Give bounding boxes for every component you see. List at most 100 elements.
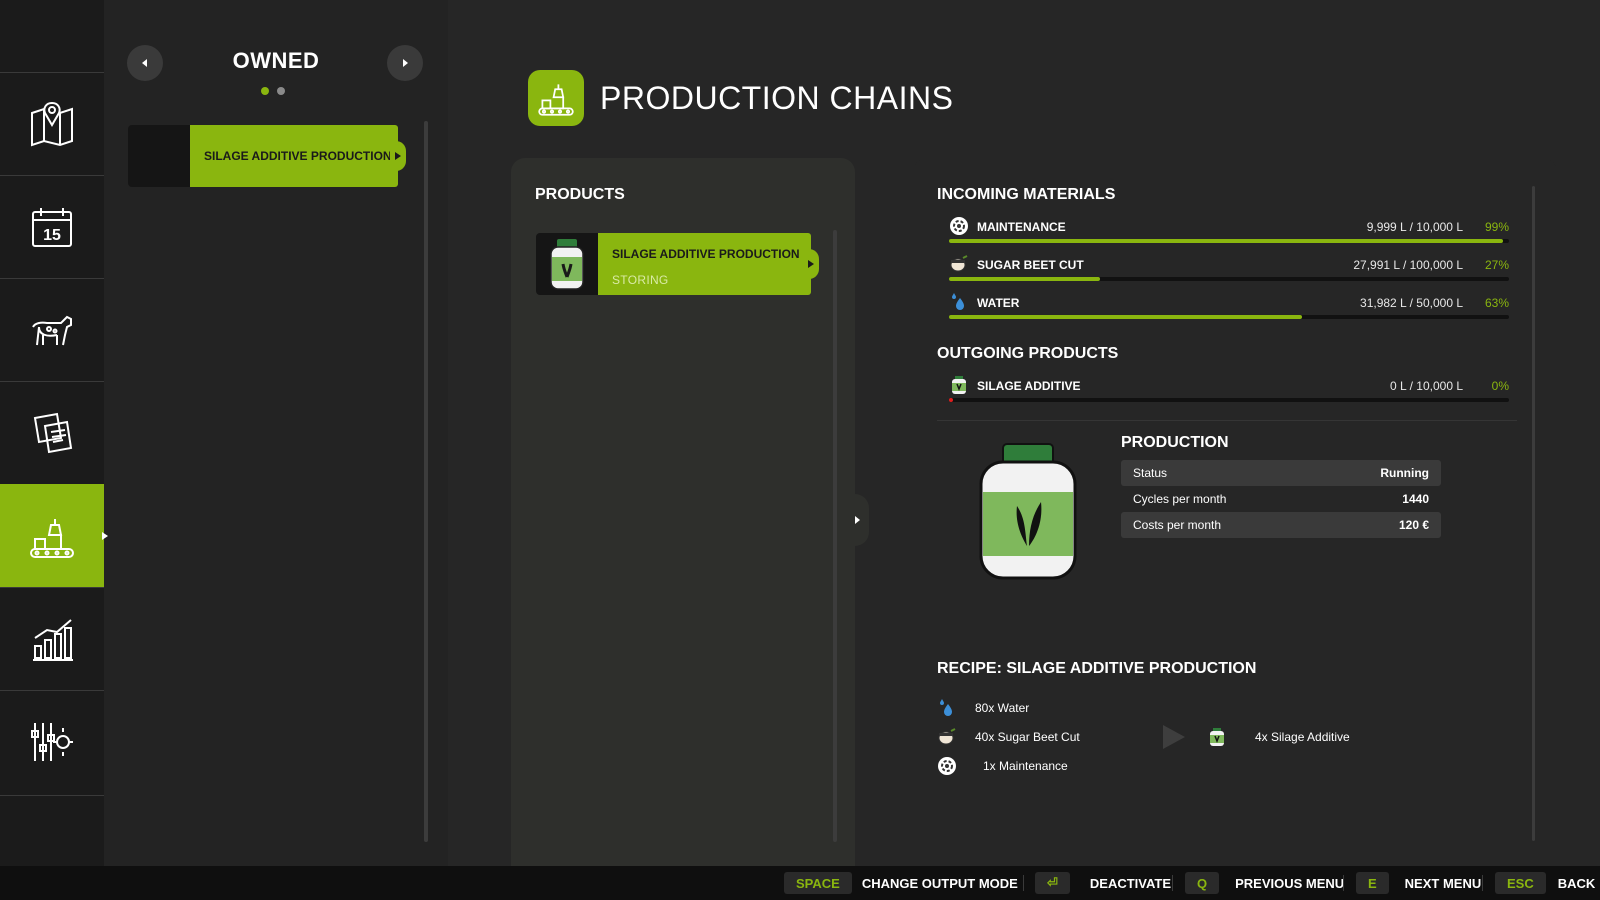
material-fill-bar [949, 239, 1509, 243]
hint-back[interactable]: ESC BACK [1495, 872, 1595, 894]
material-name: SUGAR BEET CUT [977, 258, 1084, 272]
recipe-input-water: 80x Water [937, 698, 1029, 718]
products-title: PRODUCTS [535, 186, 625, 203]
page-title: PRODUCTION CHAINS [600, 80, 954, 116]
nav-animals[interactable] [0, 278, 104, 381]
page-dot-1[interactable] [261, 87, 269, 95]
recipe-output-silage-additive: 4x Silage Additive [1207, 727, 1350, 747]
animals-icon [32, 315, 72, 346]
hint-label: CHANGE OUTPUT MODE [861, 875, 1018, 891]
selected-pointer-icon [803, 249, 819, 279]
incoming-item-water: WATER 31,982 L / 50,000 L 63% [949, 293, 1509, 322]
arrow-right-icon [855, 516, 860, 524]
material-percent: 99% [1484, 220, 1509, 234]
product-fill-bar [949, 398, 1509, 402]
product-thumbnail [536, 233, 598, 295]
key-q: Q [1185, 872, 1220, 894]
material-percent: 63% [1484, 296, 1509, 310]
key-enter-icon: ⏎ [1035, 872, 1070, 894]
incoming-materials-title: INCOMING MATERIALS [937, 186, 1116, 203]
material-amount: 31,982 L / 50,000 L [1360, 296, 1463, 310]
stat-label: Costs per month [1133, 518, 1222, 532]
nav-contracts[interactable] [0, 381, 104, 484]
header-production-icon [528, 70, 584, 126]
recipe-input-label: 40x Sugar Beet Cut [975, 730, 1080, 744]
hint-next-menu[interactable]: E NEXT MENU [1356, 872, 1481, 894]
owned-list-item[interactable]: SILAGE ADDITIVE PRODUCTION [128, 125, 406, 187]
production-icon [30, 519, 74, 558]
footer-hints-bar: SPACE CHANGE OUTPUT MODE ⏎ DEACTIVATE Q … [0, 866, 1600, 900]
material-name: WATER [977, 296, 1020, 310]
hint-label: DEACTIVATE [1089, 875, 1172, 891]
product-item-status: STORING [612, 273, 669, 287]
products-scrollbar[interactable] [833, 230, 837, 842]
arrow-right-icon [403, 59, 408, 67]
sugar-beet-cut-icon [938, 728, 956, 745]
hint-label: BACK [1557, 875, 1596, 891]
hint-change-output-mode[interactable]: SPACE CHANGE OUTPUT MODE [784, 872, 1018, 894]
stat-value: Running [1380, 466, 1429, 480]
nav-settings[interactable] [0, 690, 104, 793]
owned-item-label: SILAGE ADDITIVE PRODUCTION [190, 125, 398, 187]
details-scrollbar[interactable] [1532, 186, 1535, 841]
page-dot-2[interactable] [277, 87, 285, 95]
nav-map[interactable] [0, 72, 104, 175]
recipe-title: RECIPE: SILAGE ADDITIVE PRODUCTION [937, 660, 1257, 677]
hint-previous-menu[interactable]: Q PREVIOUS MENU [1185, 872, 1344, 894]
contracts-icon [33, 412, 73, 454]
settings-icon [31, 723, 73, 761]
outgoing-products-title: OUTGOING PRODUCTS [937, 345, 1119, 362]
selected-pointer-icon [390, 141, 406, 171]
silage-additive-jar-illustration [979, 443, 1077, 580]
stat-label: Cycles per month [1133, 492, 1227, 506]
product-item-label: SILAGE ADDITIVE PRODUCTION [612, 247, 800, 261]
recipe-output-label: 4x Silage Additive [1255, 730, 1350, 744]
stat-row-cycles: Cycles per month 1440 [1121, 486, 1441, 512]
map-icon [31, 101, 73, 147]
outgoing-item-silage-additive: SILAGE ADDITIVE 0 L / 10,000 L 0% [949, 376, 1509, 405]
hint-deactivate[interactable]: ⏎ DEACTIVATE [1035, 872, 1171, 894]
silage-additive-icon [952, 376, 966, 394]
sugar-beet-cut-icon [950, 255, 968, 272]
product-name: SILAGE ADDITIVE [977, 379, 1081, 393]
stat-row-status: Status Running [1121, 460, 1441, 486]
recipe-arrow-icon [1163, 725, 1185, 749]
main-nav: 15 [0, 0, 114, 866]
panel-collapse-tab[interactable] [845, 494, 869, 546]
product-amount: 0 L / 10,000 L [1390, 379, 1463, 393]
material-fill-bar [949, 277, 1509, 281]
product-list-item[interactable]: SILAGE ADDITIVE PRODUCTION STORING [536, 233, 819, 295]
stat-value: 120 € [1398, 518, 1429, 532]
recipe-input-label: 80x Water [975, 701, 1030, 715]
stat-label: Status [1133, 466, 1168, 480]
recipe-input-label: 1x Maintenance [983, 759, 1068, 773]
production-title: PRODUCTION [1121, 434, 1229, 451]
products-panel: PRODUCTS SILAGE ADDITIVE PRODUCTION STOR… [511, 158, 855, 866]
incoming-item-maintenance: MAINTENANCE 9,999 L / 10,000 L 99% [949, 217, 1509, 246]
key-esc: ESC [1495, 872, 1546, 894]
silage-additive-jar-icon [550, 239, 584, 290]
owned-column: OWNED SILAGE ADDITIVE PRODUCTION [104, 0, 448, 866]
owned-item-thumbnail [128, 125, 190, 187]
maintenance-icon [938, 757, 956, 775]
owned-scrollbar[interactable] [424, 121, 428, 842]
nav-production[interactable] [0, 484, 114, 587]
hint-label: PREVIOUS MENU [1235, 875, 1345, 891]
material-fill-bar [949, 315, 1509, 319]
material-amount: 9,999 L / 10,000 L [1366, 220, 1463, 234]
material-amount: 27,991 L / 100,000 L [1353, 258, 1463, 272]
recipe-input-maintenance: 1x Maintenance [937, 756, 1068, 776]
product-percent: 0% [1491, 379, 1509, 393]
nav-statistics[interactable] [0, 587, 104, 690]
incoming-item-sugar-beet-cut: SUGAR BEET CUT 27,991 L / 100,000 L 27% [949, 255, 1509, 284]
stat-row-costs: Costs per month 120 € [1121, 512, 1441, 538]
silage-additive-icon [1210, 728, 1224, 746]
water-drop-icon [940, 699, 952, 716]
nav-calendar[interactable]: 15 [0, 175, 104, 278]
divider [937, 420, 1517, 421]
key-space: SPACE [784, 872, 852, 894]
active-indicator-icon [102, 532, 108, 540]
svg-text:15: 15 [43, 227, 61, 244]
stat-value: 1440 [1402, 492, 1429, 506]
owned-next-button[interactable] [387, 45, 423, 81]
